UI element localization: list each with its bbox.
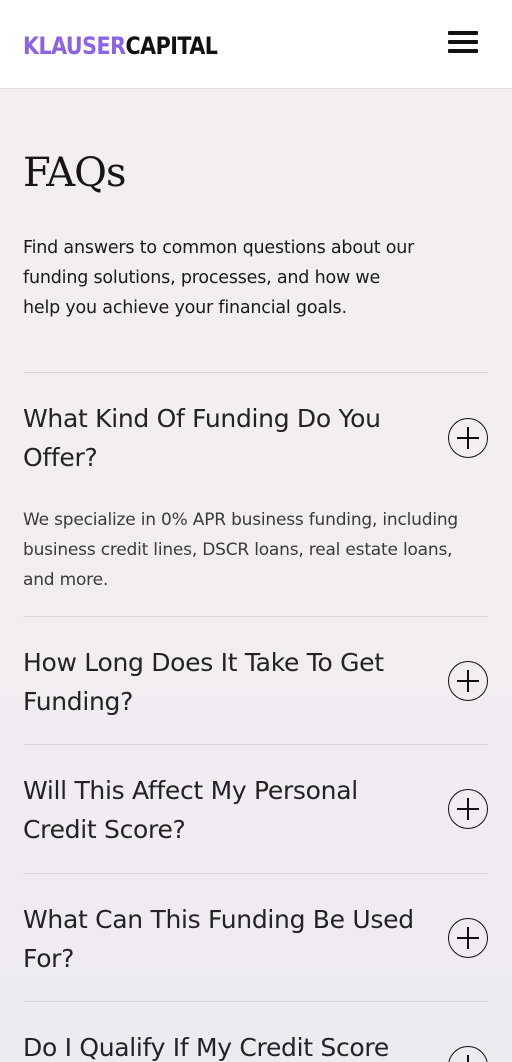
hamburger-menu-icon[interactable] [446,29,480,59]
faq-question-row[interactable]: What Kind Of Funding Do You Offer? [23,373,488,477]
faq-question-row[interactable]: What Can This Funding Be Used For? [23,874,488,978]
plus-circle-icon[interactable] [448,918,488,958]
faq-item: What Kind Of Funding Do You Offer? We sp… [23,372,488,616]
plus-circle-icon[interactable] [448,661,488,701]
faq-item: How Long Does It Take To Get Funding? [23,616,488,744]
brand-logo[interactable]: KLAUSERCAPITAL [23,31,218,61]
menu-bar [448,40,478,44]
site-header: KLAUSERCAPITAL [0,0,512,89]
faq-question: Do I Qualify If My Credit Score [23,1033,389,1062]
faq-question-row[interactable]: Do I Qualify If My Credit Score [23,1002,488,1062]
plus-circle-icon[interactable] [448,789,488,829]
faq-question: What Kind Of Funding Do You Offer? [23,404,381,472]
faq-question-row[interactable]: Will This Affect My Personal Credit Scor… [23,745,488,849]
menu-bar [448,31,478,35]
faq-question: What Can This Funding Be Used For? [23,905,414,973]
menu-bar [448,49,478,53]
logo-text-dark: CAPITAL [125,32,218,60]
faq-question-row[interactable]: How Long Does It Take To Get Funding? [23,617,488,721]
intro-text: Find answers to common questions about o… [23,238,415,318]
faq-item: Will This Affect My Personal Credit Scor… [23,744,488,873]
faq-answer: We specialize in 0% APR business funding… [23,510,459,590]
plus-circle-icon[interactable] [448,418,488,458]
faq-item: Do I Qualify If My Credit Score [23,1001,488,1062]
plus-circle-icon[interactable] [448,1046,488,1062]
logo-text-accent: KLAUSER [23,32,126,60]
faq-question: How Long Does It Take To Get Funding? [23,648,384,716]
faq-list: What Kind Of Funding Do You Offer? We sp… [23,372,488,1062]
faq-item: What Can This Funding Be Used For? [23,873,488,1001]
faq-question: Will This Affect My Personal Credit Scor… [23,776,358,844]
page-title: FAQs [23,150,126,196]
